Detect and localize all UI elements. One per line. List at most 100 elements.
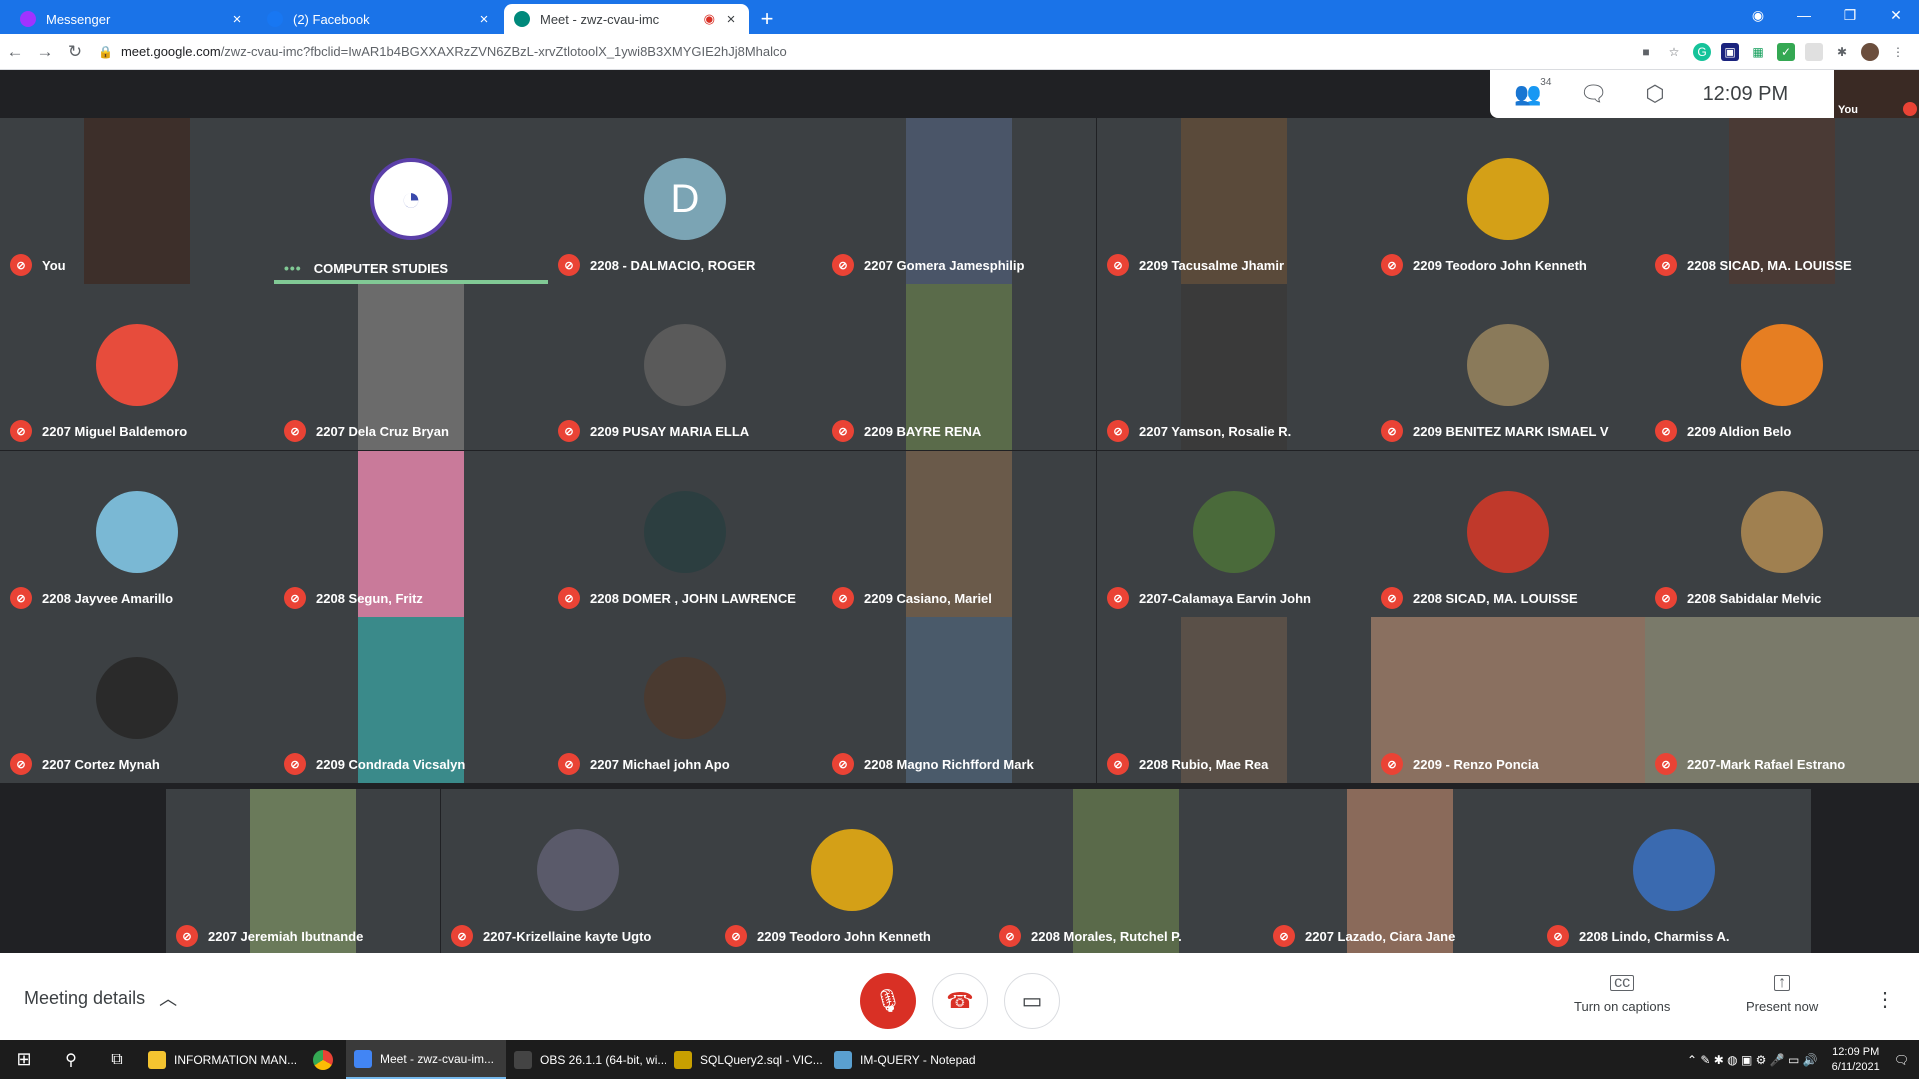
participant-tile[interactable]: ⊘ 2209 BAYRE RENA xyxy=(822,284,1096,450)
more-options-icon[interactable]: ⋮ xyxy=(1875,987,1895,1012)
participant-tile[interactable]: ⊘ 2208 Lindo, Charmiss A. xyxy=(1537,789,1811,955)
muted-mic-icon xyxy=(1903,102,1917,116)
participant-tile[interactable]: ⊘ 2207 Gomera Jamesphilip xyxy=(822,118,1096,284)
captions-button[interactable]: cc Turn on captions xyxy=(1574,975,1670,1015)
task-view-icon[interactable]: ⧉ xyxy=(94,1040,140,1079)
video-camera-icon: ▭ xyxy=(1021,988,1043,1013)
muted-mic-icon: ⊘ xyxy=(451,925,473,947)
participant-tile[interactable]: ⊘ 2207-Krizellaine kayte Ugto xyxy=(441,789,715,955)
participant-tile[interactable]: ⊘ 2207 Lazado, Ciara Jane xyxy=(1263,789,1537,955)
participant-tile[interactable]: ⊘ You xyxy=(0,118,274,284)
participant-tile[interactable]: ⊘ 2207 Dela Cruz Bryan xyxy=(274,284,548,450)
participant-tile[interactable]: ⊘ 2208 Rubio, Mae Rea xyxy=(1097,617,1371,783)
participant-name-label: 2208 SICAD, MA. LOUISSE xyxy=(1687,257,1852,273)
profile-menu-icon[interactable]: ◉ xyxy=(1735,0,1781,30)
close-window-button[interactable]: ✕ xyxy=(1873,0,1919,30)
browser-tab[interactable]: (2) Facebook × xyxy=(257,4,502,34)
close-tab-icon[interactable]: × xyxy=(476,11,492,28)
participant-tile[interactable]: ⊘ 2207 Yamson, Rosalie R. xyxy=(1097,284,1371,450)
browser-tab[interactable]: Meet - zwz-cvau-imc ◉ × xyxy=(504,4,749,34)
back-button[interactable]: ← xyxy=(0,42,30,62)
participant-name: ⊘ 2209 Teodoro John Kenneth xyxy=(1381,254,1587,276)
participant-tile[interactable]: ⊘ 2208 SICAD, MA. LOUISSE xyxy=(1371,451,1645,617)
app-icon xyxy=(674,1050,692,1069)
participant-tile[interactable]: ⊘ 2208 Jayvee Amarillo xyxy=(0,451,274,617)
participant-tile[interactable]: ⊘ 2209 Casiano, Mariel xyxy=(822,451,1096,617)
participant-tile[interactable]: ⊘ 2209 Condrada Vicsalyn xyxy=(274,617,548,783)
participant-tile[interactable]: ⊘ 2209 Tacusalme Jhamir xyxy=(1097,118,1371,284)
participant-tile[interactable]: D ⊘ 2208 - DALMACIO, ROGER xyxy=(548,118,822,284)
participant-tile[interactable]: ⊘ 2208 Magno Richfford Mark xyxy=(822,617,1096,783)
restore-button[interactable]: ❐ xyxy=(1827,0,1873,30)
extension-icon[interactable]: ▣ xyxy=(1721,42,1739,61)
sheets-extension-icon[interactable]: ▦ xyxy=(1749,43,1767,61)
participant-tile[interactable]: ⊘ 2208 Sabidalar Melvic xyxy=(1645,451,1919,617)
bookmark-star-icon[interactable]: ☆ xyxy=(1665,43,1683,61)
participant-name-label: 2207 Gomera Jamesphilip xyxy=(864,257,1025,273)
minimize-button[interactable]: — xyxy=(1781,0,1827,30)
participant-tile[interactable]: ⊘ 2207 Miguel Baldemoro xyxy=(0,284,274,450)
new-tab-button[interactable]: + xyxy=(749,4,785,34)
browser-tab[interactable]: Messenger × xyxy=(10,4,255,34)
self-view-thumbnail[interactable]: You xyxy=(1834,70,1919,118)
taskbar-app-button[interactable]: OBS 26.1.1 (64-bit, wi... xyxy=(506,1040,666,1079)
notifications-icon[interactable]: 🗨 xyxy=(1894,1053,1909,1067)
activities-icon[interactable]: ⬡ xyxy=(1645,81,1664,107)
url-field[interactable]: 🔒 meet.google.com/zwz-cvau-imc?fbclid=Iw… xyxy=(90,38,1637,66)
participant-tile[interactable]: ◔ ••• COMPUTER STUDIES xyxy=(274,118,548,284)
close-tab-icon[interactable]: × xyxy=(723,11,739,28)
participant-count: 34 xyxy=(1540,77,1552,88)
grammarly-extension-icon[interactable]: G xyxy=(1693,42,1711,61)
close-tab-icon[interactable]: × xyxy=(229,11,245,28)
taskbar-app-button[interactable]: SQLQuery2.sql - VIC... xyxy=(666,1040,826,1079)
participant-name-label: 2207 Cortez Mynah xyxy=(42,756,160,772)
avatar xyxy=(811,829,893,911)
mute-mic-button[interactable]: 🎙 xyxy=(860,973,916,1029)
participant-tile[interactable]: ⊘ 2208 Morales, Rutchel P. xyxy=(989,789,1263,955)
reload-button[interactable]: ↻ xyxy=(60,42,90,62)
participant-tile[interactable]: ⊘ 2209 Teodoro John Kenneth xyxy=(715,789,989,955)
puzzle-extensions-icon[interactable]: ✱ xyxy=(1833,43,1851,61)
chrome-icon[interactable] xyxy=(300,1040,346,1079)
participant-tile[interactable]: ⊘ 2209 Teodoro John Kenneth xyxy=(1371,118,1645,284)
avatar xyxy=(96,324,178,406)
camera-toggle-button[interactable]: ▭ xyxy=(1004,973,1060,1029)
participant-tile[interactable]: ⊘ 2207 Michael john Apo xyxy=(548,617,822,783)
participant-tile[interactable]: ⊘ 2209 - Renzo Poncia xyxy=(1371,617,1645,783)
avatar[interactable] xyxy=(1861,42,1879,61)
participant-tile[interactable]: ⊘ 2207 Jeremiah Ibutnande xyxy=(166,789,440,955)
extension-icon[interactable]: ✓ xyxy=(1777,42,1795,61)
meet-area: 👥 34 🗨 ⬡ 12:09 PM You ⊘ You ◔ ••• COMPUTER ST… xyxy=(0,70,1919,1040)
present-now-button[interactable]: ↑ Present now xyxy=(1746,975,1818,1015)
tray-icons[interactable]: ⌃ ✎ ✱ ◍ ▣ ⚙ 🎤 ▭ 🔊 xyxy=(1687,1053,1818,1067)
participant-tile[interactable]: ⊘ 2208 DOMER , JOHN LAWRENCE xyxy=(548,451,822,617)
taskbar-app-button[interactable]: Meet - zwz-cvau-im... xyxy=(346,1040,506,1079)
chat-icon[interactable]: 🗨 xyxy=(1579,81,1607,107)
participant-tile[interactable]: ⊘ 2208 Segun, Fritz xyxy=(274,451,548,617)
taskbar-clock[interactable]: 12:09 PM 6/11/2021 xyxy=(1826,1045,1886,1075)
participant-tile[interactable]: ⊘ 2209 BENITEZ MARK ISMAEL V xyxy=(1371,284,1645,450)
camera-icon[interactable]: ■ xyxy=(1637,43,1655,61)
people-icon[interactable]: 👥 34 xyxy=(1514,77,1551,107)
participant-tile[interactable]: ⊘ 2209 Aldion Belo xyxy=(1645,284,1919,450)
participant-tile[interactable]: ⊘ 2208 SICAD, MA. LOUISSE xyxy=(1645,118,1919,284)
participant-tile[interactable]: ⊘ 2207 Cortez Mynah xyxy=(0,617,274,783)
participant-tile[interactable]: ⊘ 2207-Mark Rafael Estrano xyxy=(1645,617,1919,783)
windows-start-icon[interactable]: ⊞ xyxy=(0,1040,48,1079)
participant-tile[interactable]: ⊘ 2209 PUSAY MARIA ELLA xyxy=(548,284,822,450)
search-icon[interactable]: ⚲ xyxy=(48,1040,94,1079)
participant-name-label: 2207 Lazado, Ciara Jane xyxy=(1305,928,1456,944)
participant-name-label: 2209 PUSAY MARIA ELLA xyxy=(590,423,750,439)
forward-button[interactable]: → xyxy=(30,42,60,62)
participant-name: ⊘ 2209 Teodoro John Kenneth xyxy=(725,925,931,947)
taskbar-app-button[interactable]: IM-QUERY - Notepad xyxy=(826,1040,986,1079)
extension-icon[interactable] xyxy=(1805,42,1823,61)
participant-name-label: 2207 Dela Cruz Bryan xyxy=(316,423,449,439)
taskbar-app-button[interactable]: INFORMATION MAN... xyxy=(140,1040,300,1079)
taskbar-app-label: INFORMATION MAN... xyxy=(174,1052,298,1067)
meeting-details-button[interactable]: Meeting details ︿ xyxy=(24,985,177,1011)
leave-call-button[interactable]: ☎ xyxy=(932,973,988,1029)
chrome-menu-icon[interactable]: ⋮ xyxy=(1889,43,1907,61)
participant-tile[interactable]: ⊘ 2207-Calamaya Earvin John xyxy=(1097,451,1371,617)
meeting-clock: 12:09 PM xyxy=(1702,82,1789,105)
